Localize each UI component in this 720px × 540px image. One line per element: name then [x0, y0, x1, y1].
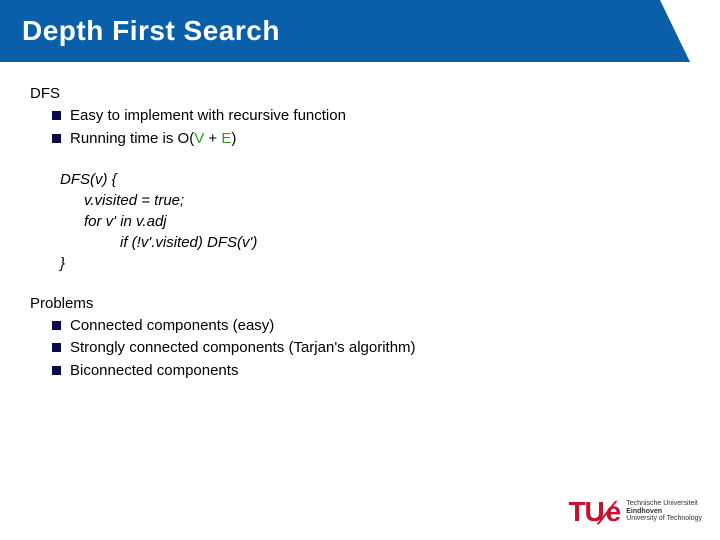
section-dfs: DFS Easy to implement with recursive fun… — [30, 84, 690, 149]
section-title: DFS — [30, 84, 690, 104]
bullet-text: Strongly connected components (Tarjan's … — [70, 339, 416, 356]
list-item: Biconnected components — [52, 361, 690, 381]
list-item: Strongly connected components (Tarjan's … — [52, 338, 690, 358]
bullet-text: Biconnected components — [70, 362, 238, 379]
list-item: Easy to implement with recursive functio… — [52, 106, 690, 126]
bullet-text: Connected components (easy) — [70, 317, 274, 334]
code-line: if (!v'.visited) DFS(v') — [60, 232, 690, 253]
bullet-list: Easy to implement with recursive functio… — [30, 106, 690, 149]
code-line: for v' in v.adj — [60, 211, 690, 232]
bullet-text-prefix: Running time is O( — [70, 130, 194, 147]
bullet-text-mid: + — [204, 130, 221, 147]
var-e: E — [221, 130, 231, 147]
code-line: v.visited = true; — [60, 190, 690, 211]
bullet-text: Easy to implement with recursive functio… — [70, 107, 346, 124]
slide-content: DFS Easy to implement with recursive fun… — [0, 62, 720, 381]
logo-line: Eindhoven — [626, 508, 702, 516]
logo-text: Technische Universiteit Eindhoven Univer… — [626, 500, 702, 526]
university-logo: TU/e Technische Universiteit Eindhoven U… — [568, 494, 702, 526]
bullet-text-suffix: ) — [231, 130, 236, 147]
slide-header: Depth First Search — [0, 0, 660, 62]
code-line: DFS(v) { — [60, 169, 690, 190]
logo-mark: TU/e — [568, 494, 620, 526]
list-item: Connected components (easy) — [52, 316, 690, 336]
pseudocode: DFS(v) { v.visited = true; for v' in v.a… — [30, 169, 690, 274]
var-v: V — [194, 130, 204, 147]
section-title: Problems — [30, 294, 690, 314]
bullet-list: Connected components (easy) Strongly con… — [30, 316, 690, 381]
logo-line: Technische Universiteit — [626, 500, 702, 508]
logo-line: University of Technology — [626, 515, 702, 523]
slide-title: Depth First Search — [22, 15, 280, 47]
list-item: Running time is O(V + E) — [52, 129, 690, 149]
section-problems: Problems Connected components (easy) Str… — [30, 294, 690, 381]
code-line: } — [60, 253, 690, 274]
